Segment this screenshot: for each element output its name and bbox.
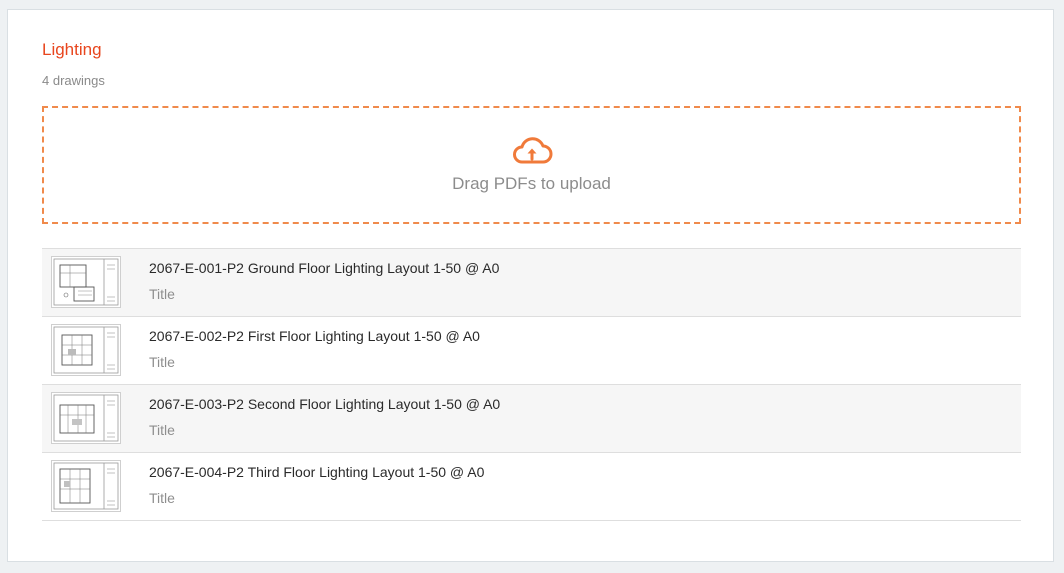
drawing-row[interactable]: 2067-E-001-P2 Ground Floor Lighting Layo… [42, 249, 1021, 317]
pdf-upload-dropzone[interactable]: Drag PDFs to upload [42, 106, 1021, 224]
drawing-count: 4 drawings [42, 73, 105, 88]
cloud-upload-icon [513, 137, 553, 164]
drawing-thumbnail[interactable] [51, 392, 121, 444]
drawing-thumbnail[interactable] [51, 460, 121, 512]
drawing-row[interactable]: 2067-E-002-P2 First Floor Lighting Layou… [42, 317, 1021, 385]
drawing-title-label: Title [149, 422, 175, 438]
drawing-section-panel: Lighting 4 drawings Drag PDFs to upload [7, 9, 1054, 562]
drawing-title-label: Title [149, 490, 175, 506]
drawing-name[interactable]: 2067-E-002-P2 First Floor Lighting Layou… [149, 328, 480, 345]
section-title[interactable]: Lighting [42, 40, 102, 60]
drawing-thumbnail[interactable] [51, 324, 121, 376]
drawing-title-label: Title [149, 354, 175, 370]
drawing-name[interactable]: 2067-E-004-P2 Third Floor Lighting Layou… [149, 464, 484, 481]
drawing-thumbnail[interactable] [51, 256, 121, 308]
upload-label: Drag PDFs to upload [452, 174, 611, 193]
drawing-row[interactable]: 2067-E-003-P2 Second Floor Lighting Layo… [42, 385, 1021, 453]
drawing-name[interactable]: 2067-E-001-P2 Ground Floor Lighting Layo… [149, 260, 499, 277]
drawing-title-label: Title [149, 286, 175, 302]
drawing-list: 2067-E-001-P2 Ground Floor Lighting Layo… [42, 248, 1021, 521]
drawing-row[interactable]: 2067-E-004-P2 Third Floor Lighting Layou… [42, 453, 1021, 521]
drawing-name[interactable]: 2067-E-003-P2 Second Floor Lighting Layo… [149, 396, 500, 413]
